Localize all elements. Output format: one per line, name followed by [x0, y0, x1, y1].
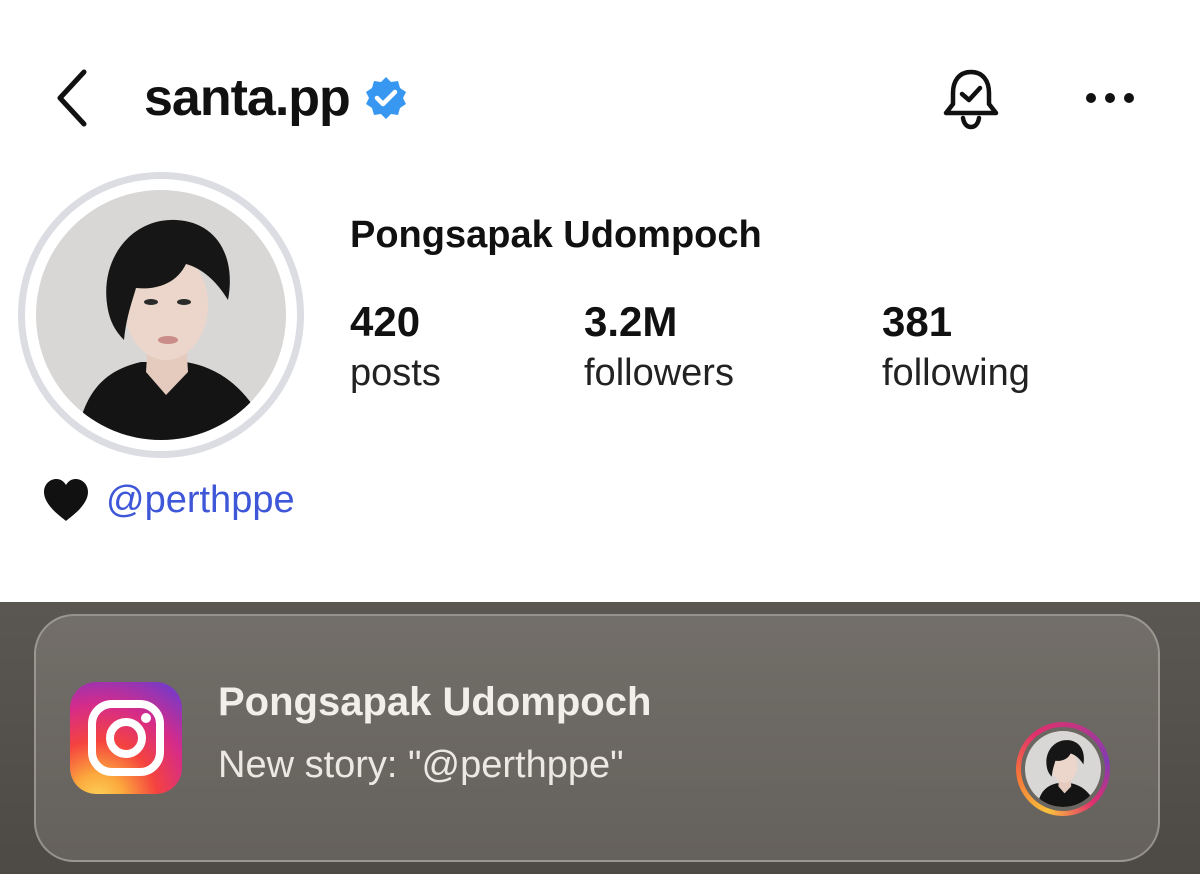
profile-avatar[interactable] — [18, 172, 304, 458]
posts-stat[interactable]: 420 posts — [350, 296, 441, 398]
verified-badge-icon — [362, 74, 410, 122]
profile-full-name: Pongsapak Udompoch — [350, 214, 762, 256]
avatar — [36, 190, 286, 440]
story-notification-banner[interactable] — [34, 614, 1160, 862]
instagram-icon — [70, 682, 182, 794]
following-count: 381 — [882, 298, 953, 345]
username-row: santa.pp — [144, 66, 410, 130]
bell-check-icon — [943, 69, 999, 130]
following-stat[interactable]: 381 following — [882, 296, 1030, 398]
bio-mention-link[interactable]: @perthppe — [106, 479, 295, 522]
username: santa.pp — [144, 69, 351, 127]
story-avatar — [1025, 731, 1101, 807]
profile-bio: @perthppe — [40, 472, 295, 528]
more-horizontal-icon — [1086, 93, 1134, 103]
profile-header: santa.pp — [0, 0, 1200, 180]
following-label: following — [882, 352, 1030, 394]
followers-count: 3.2M — [584, 298, 678, 345]
chevron-left-icon — [57, 69, 87, 127]
notification-title: Pongsapak Udompoch — [218, 680, 652, 724]
story-avatar-thumbnail — [1016, 722, 1110, 816]
more-options-button[interactable] — [1080, 70, 1140, 126]
followers-stat[interactable]: 3.2M followers — [584, 296, 734, 398]
back-button[interactable] — [44, 62, 100, 134]
posts-label: posts — [350, 352, 441, 394]
posts-count: 420 — [350, 298, 421, 345]
notification-body: New story: "@perthppe" — [218, 744, 624, 786]
black-heart-icon — [40, 476, 92, 524]
followers-label: followers — [584, 352, 734, 394]
notifications-bell-button[interactable] — [936, 64, 1006, 134]
